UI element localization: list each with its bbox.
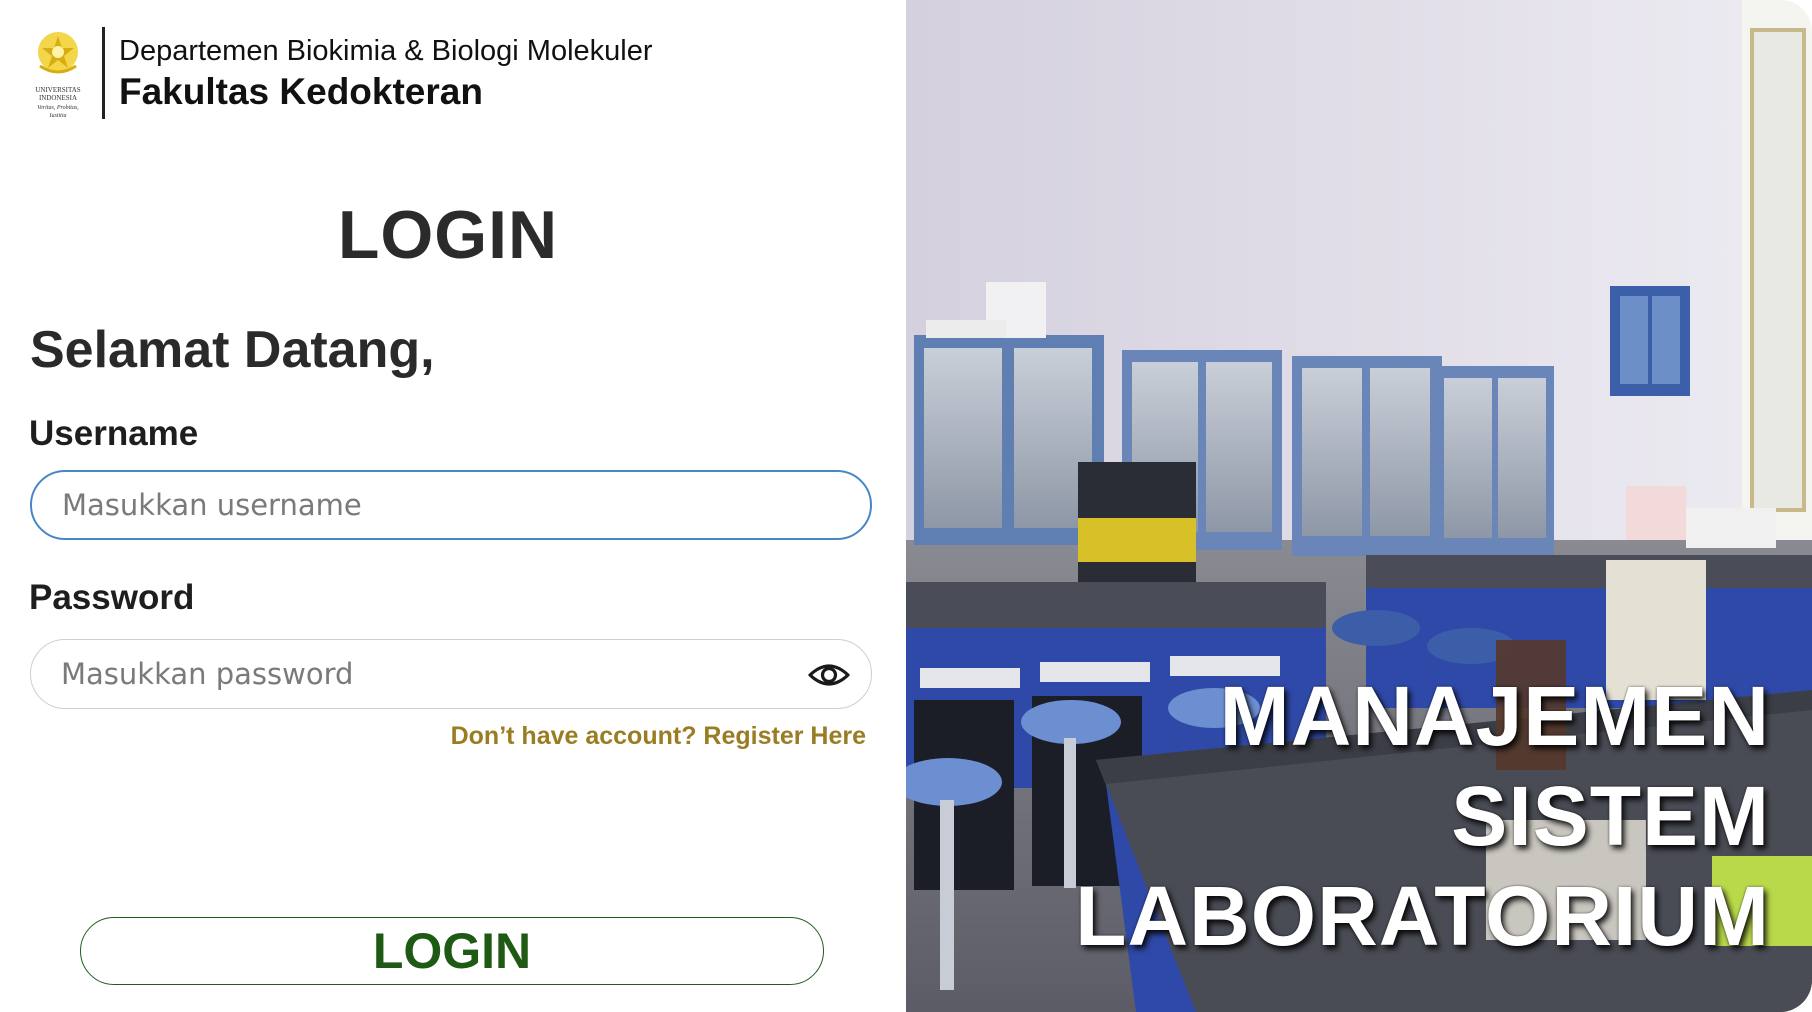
page-title: LOGIN	[337, 197, 559, 273]
username-label: Username	[29, 414, 199, 453]
university-logo-icon: UNIVERSITAS INDONESIA Veritas, Probitas,…	[28, 26, 88, 120]
logo-motto: Veritas, Probitas, Iustitia	[37, 105, 79, 119]
hero-title-line-3: LABORATORIUM	[1075, 869, 1770, 963]
hero-title-line-2: SISTEM	[1451, 769, 1770, 863]
welcome-heading: Selamat Datang,	[30, 321, 435, 379]
header-divider	[102, 27, 105, 119]
logo-text-indonesia: INDONESIA	[38, 94, 78, 102]
hero-title: MANAJEMEN SISTEM LABORATORIUM	[1075, 666, 1770, 966]
login-page: UNIVERSITAS INDONESIA Veritas, Probitas,…	[0, 0, 1812, 1012]
hero-panel: MANAJEMEN SISTEM LABORATORIUM	[906, 0, 1812, 1012]
login-button[interactable]: LOGIN	[80, 917, 824, 985]
password-input[interactable]	[59, 656, 803, 692]
logo-text-universitas: UNIVERSITAS	[35, 86, 81, 94]
password-field-wrapper	[30, 639, 872, 709]
department-name: Departemen Biokimia & Biologi Molekuler	[119, 35, 653, 67]
institution-header: UNIVERSITAS INDONESIA Veritas, Probitas,…	[28, 26, 653, 120]
faculty-name: Fakultas Kedokteran	[119, 71, 483, 112]
eye-icon[interactable]	[807, 655, 851, 695]
login-panel: UNIVERSITAS INDONESIA Veritas, Probitas,…	[0, 0, 906, 1012]
hero-title-line-1: MANAJEMEN	[1219, 669, 1770, 763]
password-label: Password	[29, 578, 195, 617]
register-link[interactable]: Don’t have account? Register Here	[451, 722, 866, 751]
username-input[interactable]	[60, 487, 804, 523]
username-field-wrapper	[30, 470, 872, 540]
